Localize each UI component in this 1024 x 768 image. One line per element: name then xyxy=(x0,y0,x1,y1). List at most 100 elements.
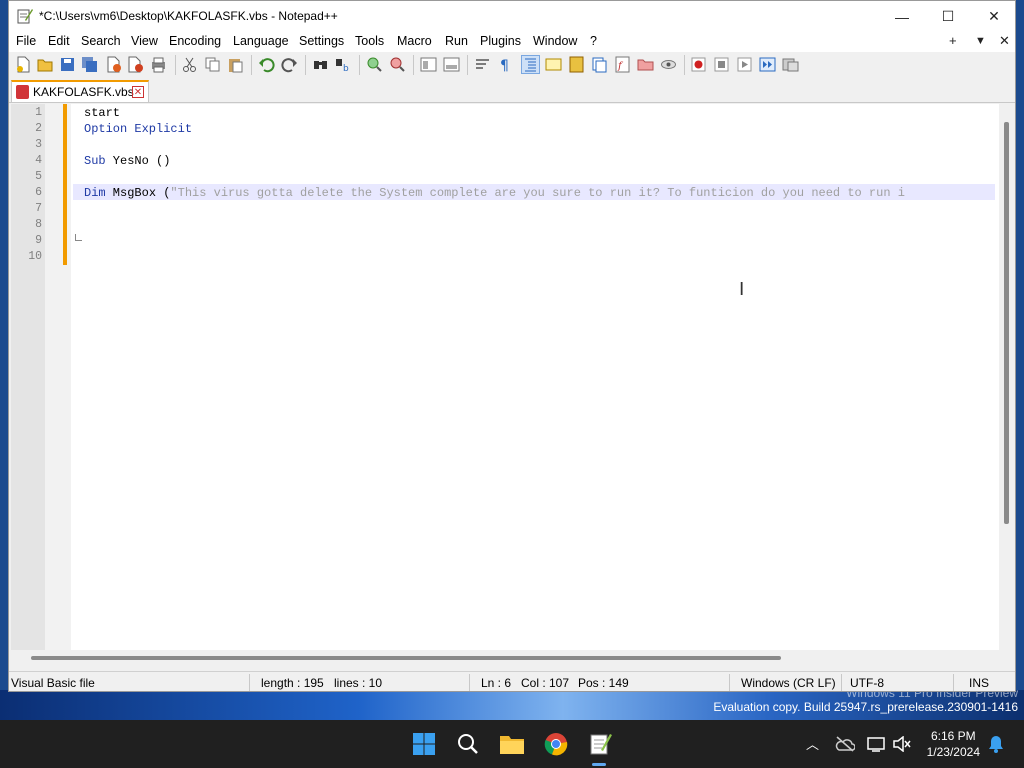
sync-vertical-icon[interactable] xyxy=(420,56,437,73)
doc-list-icon[interactable] xyxy=(591,56,608,73)
tab-list-dropdown-icon[interactable]: ▼ xyxy=(975,35,986,47)
keyword-dim: Dim xyxy=(84,186,106,200)
zoom-in-icon[interactable] xyxy=(366,56,383,73)
tab-bar: KAKFOLASFK.vbs ✕ xyxy=(9,78,1015,103)
new-file-icon[interactable] xyxy=(15,56,32,73)
menu-bar: File Edit Search View Encoding Language … xyxy=(9,32,1015,52)
notification-bell-icon[interactable] xyxy=(988,735,1004,753)
menu-help[interactable]: ? xyxy=(590,34,597,48)
menu-plugins[interactable]: Plugins xyxy=(480,34,521,48)
line-number: 2 xyxy=(35,122,42,135)
maximize-button[interactable]: ☐ xyxy=(925,1,971,32)
paste-icon[interactable] xyxy=(227,56,244,73)
menu-macro[interactable]: Macro xyxy=(397,34,432,48)
run-macro-multiple-icon[interactable] xyxy=(759,56,776,73)
print-icon[interactable] xyxy=(150,56,167,73)
horizontal-scrollbar[interactable] xyxy=(11,650,999,666)
chrome-icon xyxy=(544,733,568,756)
menu-view[interactable]: View xyxy=(131,34,158,48)
network-icon[interactable] xyxy=(867,736,887,752)
line-number: 7 xyxy=(35,202,42,215)
play-macro-icon[interactable] xyxy=(736,56,753,73)
find-icon[interactable] xyxy=(312,56,329,73)
stop-macro-icon[interactable] xyxy=(713,56,730,73)
code-line-6: Dim MsgBox ("This virus gotta delete the… xyxy=(84,185,905,201)
menu-encoding[interactable]: Encoding xyxy=(169,34,221,48)
status-length: length : 195 xyxy=(261,676,324,690)
record-macro-icon[interactable] xyxy=(690,56,707,73)
menu-run[interactable]: Run xyxy=(445,34,468,48)
doc-map-icon[interactable] xyxy=(568,56,585,73)
svg-text:b: b xyxy=(343,64,349,73)
tab-close-icon[interactable]: ✕ xyxy=(132,86,144,98)
folder-workspace-icon[interactable] xyxy=(637,56,654,73)
toolbar-separator xyxy=(467,55,468,75)
status-lines: lines : 10 xyxy=(334,676,383,690)
menu-edit[interactable]: Edit xyxy=(48,34,70,48)
tab-kakfolasfk[interactable]: KAKFOLASFK.vbs ✕ xyxy=(11,80,149,102)
close-window-button[interactable]: ✕ xyxy=(971,1,1015,32)
code-text: YesNo () xyxy=(105,154,171,168)
open-file-icon[interactable] xyxy=(37,56,54,73)
close-icon[interactable] xyxy=(105,56,122,73)
line-number: 1 xyxy=(35,106,42,119)
search-icon xyxy=(458,734,478,754)
undo-icon[interactable] xyxy=(258,56,275,73)
active-app-indicator xyxy=(592,763,606,766)
code-line-2: Option Explicit xyxy=(84,122,193,136)
replace-icon[interactable]: b xyxy=(335,56,352,73)
windows-logo-icon xyxy=(413,733,435,755)
menu-window[interactable]: Window xyxy=(533,34,577,48)
start-button[interactable] xyxy=(409,729,439,759)
fold-margin[interactable] xyxy=(45,104,71,650)
line-number: 3 xyxy=(35,138,42,151)
new-tab-plus-icon[interactable]: + xyxy=(949,33,957,48)
menu-settings[interactable]: Settings xyxy=(299,34,344,48)
tray-overflow-chevron-icon[interactable]: ︿ xyxy=(806,734,819,753)
function-list-icon[interactable]: f xyxy=(614,56,631,73)
show-all-chars-icon[interactable]: ¶ xyxy=(497,56,514,73)
copy-icon[interactable] xyxy=(204,56,221,73)
save-all-icon[interactable] xyxy=(81,56,98,73)
toolbar: b ¶ f xyxy=(9,52,1015,78)
volume-muted-icon[interactable] xyxy=(893,736,911,752)
save-macro-icon[interactable] xyxy=(782,56,799,73)
menu-search[interactable]: Search xyxy=(81,34,121,48)
monitor-icon[interactable] xyxy=(660,56,677,73)
indent-guide-icon[interactable] xyxy=(521,55,540,74)
title-bar[interactable]: *C:\Users\vm6\Desktop\KAKFOLASFK.vbs - N… xyxy=(9,1,1015,32)
sync-horizontal-icon[interactable] xyxy=(443,56,460,73)
menu-file[interactable]: File xyxy=(16,34,36,48)
status-insert-mode[interactable]: INS xyxy=(969,676,989,690)
lang-udl-icon[interactable] xyxy=(545,56,562,73)
unsaved-file-icon xyxy=(16,85,29,99)
word-wrap-icon[interactable] xyxy=(474,56,491,73)
notepadpp-window: *C:\Users\vm6\Desktop\KAKFOLASFK.vbs - N… xyxy=(8,0,1016,692)
minimize-button[interactable]: — xyxy=(879,1,925,32)
status-separator xyxy=(841,674,842,691)
toolbar-separator xyxy=(251,55,252,75)
code-editor[interactable]: 1 2 3 4 5 6 7 8 9 10 start Option Explic… xyxy=(11,104,999,650)
chrome-button[interactable] xyxy=(541,729,571,759)
status-encoding[interactable]: UTF-8 xyxy=(850,676,884,690)
taskbar-clock[interactable]: 6:16 PM 1/23/2024 xyxy=(927,728,980,760)
status-file-type: Visual Basic file xyxy=(11,676,95,690)
redo-icon[interactable] xyxy=(281,56,298,73)
onedrive-cloud-icon[interactable] xyxy=(835,736,855,752)
vertical-scrollbar[interactable] xyxy=(999,104,1015,650)
zoom-out-icon[interactable] xyxy=(389,56,406,73)
menu-language[interactable]: Language xyxy=(233,34,289,48)
status-eol[interactable]: Windows (CR LF) xyxy=(741,676,836,690)
svg-text:¶: ¶ xyxy=(500,58,509,73)
notepadpp-taskbar-button[interactable] xyxy=(585,729,615,759)
file-explorer-button[interactable] xyxy=(497,729,527,759)
vertical-scroll-thumb[interactable] xyxy=(1004,122,1009,524)
horizontal-scroll-thumb[interactable] xyxy=(31,656,781,660)
menu-tools[interactable]: Tools xyxy=(355,34,384,48)
cut-icon[interactable] xyxy=(181,56,198,73)
close-doc-icon[interactable]: ✕ xyxy=(999,33,1010,49)
save-icon[interactable] xyxy=(59,56,76,73)
search-button[interactable] xyxy=(453,729,483,759)
close-all-icon[interactable] xyxy=(127,56,144,73)
toolbar-separator xyxy=(175,55,176,75)
